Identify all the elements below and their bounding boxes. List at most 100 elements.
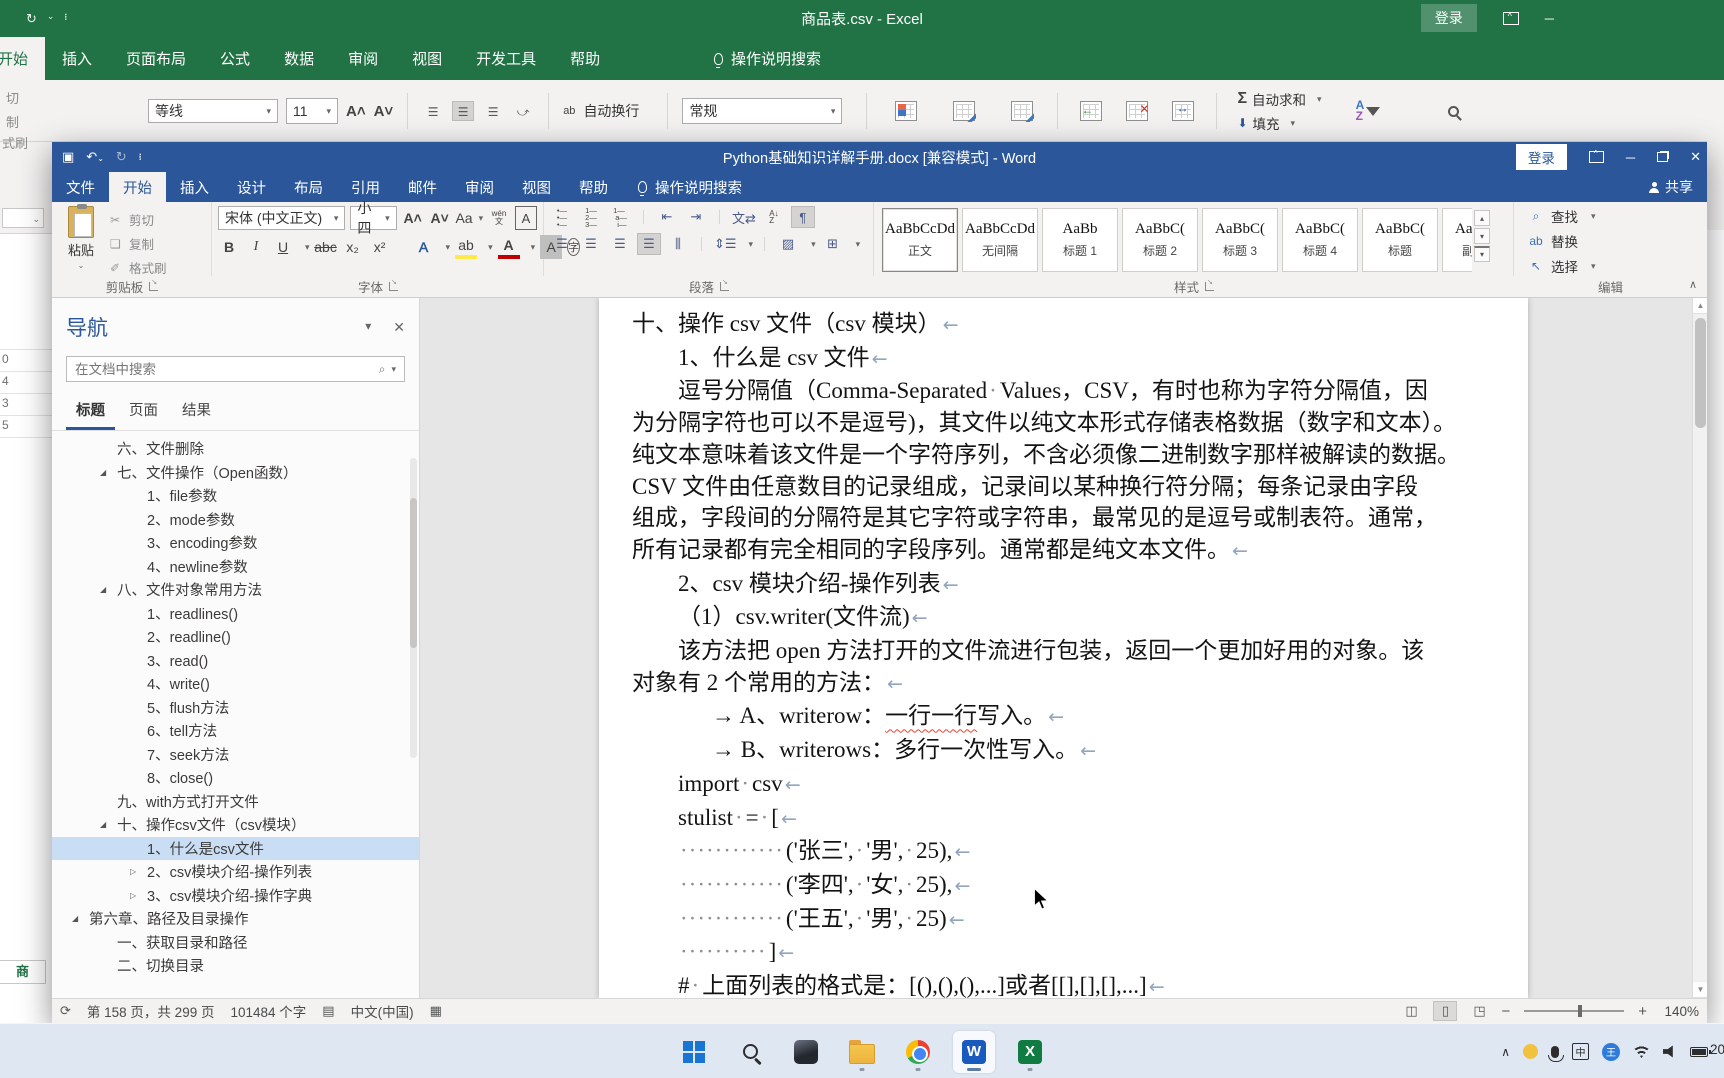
distribute-icon[interactable]: ⫼ [666,233,690,255]
excel-ribbon-tab[interactable]: 审阅 [331,37,395,80]
dialog-launcher-icon[interactable] [720,278,729,291]
excel-tell-me-search[interactable]: 操作说明搜索 [714,37,821,80]
word-menu-tab[interactable]: 帮助 [565,172,622,202]
sort-icon[interactable]: A↓ Z [762,206,786,228]
zoom-slider-thumb[interactable] [1578,1005,1583,1017]
search-icon[interactable]: ⌕ [379,362,386,377]
style-scroll-down-icon[interactable]: ▾ [1474,228,1490,244]
nav-heading-item[interactable]: 九、with方式打开文件 [52,790,419,814]
word-minimize-button[interactable]: ─ [1626,150,1635,165]
align-top-icon[interactable]: ☰ [422,101,444,121]
style-card[interactable]: AaBbCcDd 无间隔 [962,208,1038,272]
microphone-icon[interactable] [1548,1045,1564,1062]
collapse-ribbon-icon[interactable]: ∧ [1689,278,1697,291]
document-page[interactable]: 十、操作 csv 文件（csv 模块） ← 1、什么是 csv 文件 ← 逗号分隔值（C… [599,298,1528,998]
wrap-text-button[interactable]: 自动换行 [583,101,639,121]
editing-item[interactable]: ↖ 选择 ▾ [1528,256,1701,276]
nav-heading-item[interactable]: 8、close() [52,766,419,790]
excel-ribbon-tab[interactable]: 帮助 [553,37,617,80]
conditional-formatting-icon[interactable] [895,101,918,121]
word-menu-tab[interactable]: 布局 [280,172,337,202]
dialog-launcher-icon[interactable] [1205,278,1214,291]
nav-heading-item[interactable]: 3、encoding参数 [52,531,419,555]
dialog-launcher-icon[interactable] [389,278,398,291]
nav-toggle-icon[interactable]: ▷ [130,891,147,900]
nav-heading-item[interactable]: 4、newline参数 [52,555,419,579]
strikethrough-icon[interactable]: abc [314,235,337,259]
asian-layout-icon[interactable]: 文⇄ [731,206,757,228]
input-app-badge-icon[interactable]: 王 [1602,1042,1620,1061]
fill-button[interactable]: ⬇ 填充 ▾ [1237,113,1321,133]
align-bottom-icon[interactable]: ☰ [482,101,504,121]
word-menu-tab[interactable]: 文件 [52,172,109,202]
nav-scrollbar[interactable] [410,458,417,758]
dialog-launcher-icon[interactable] [149,278,159,291]
web-layout-icon[interactable]: ◳ [1467,1001,1491,1021]
nav-heading-item[interactable]: ◢ 八、文件对象常用方法 [52,578,419,602]
grow-font-icon[interactable]: A˄ [402,206,424,230]
superscript-icon[interactable]: x² [369,235,391,259]
subscript-icon[interactable]: x₂ [342,235,364,259]
align-center-icon[interactable]: ☰ [579,233,603,255]
align-middle-icon[interactable]: ☰ [452,101,475,121]
word-taskbar-icon[interactable]: W [953,1030,995,1073]
nav-tab[interactable]: 结果 [172,394,221,430]
nav-heading-item[interactable]: 1、file参数 [52,484,419,508]
font-size-combo[interactable]: 小四 ▾ [350,200,397,236]
shading-icon[interactable]: ▨ [776,233,800,255]
bold-icon[interactable]: B [218,235,240,259]
change-case-icon[interactable]: Aa ▾ [455,206,483,230]
zoom-in-icon[interactable]: + [1638,1003,1647,1020]
battery-icon[interactable] [1690,1046,1711,1057]
zoom-level[interactable]: 140% [1657,1004,1699,1019]
ime-icon[interactable]: 中 [1572,1043,1589,1060]
increase-indent-icon[interactable]: ⇥ [684,206,708,228]
nav-tab[interactable]: 标题 [66,394,115,430]
decrease-font-size-icon[interactable]: A˅ [374,103,394,120]
excel-ribbon-tab[interactable]: 开始 [0,37,46,80]
nav-heading-item[interactable]: ◢ 七、文件操作（Open函数） [52,461,419,485]
macro-record-icon[interactable]: ▦ [430,1003,442,1019]
style-card[interactable]: AaBbC( 标题 [1362,208,1438,272]
wifi-icon[interactable] [1633,1046,1650,1058]
number-format-combo[interactable]: 常规 ▾ [682,98,843,124]
nav-heading-item[interactable]: ◢ 第六章、路径及目录操作 [52,907,419,931]
show-marks-icon[interactable]: ¶ [790,206,815,228]
page-info[interactable]: 第 158 页，共 299 页 [87,1001,215,1021]
align-right-icon[interactable]: ☰ [608,233,632,255]
excel-font-name-combo[interactable]: 等线 ▾ [148,99,278,123]
word-menu-tab[interactable]: 邮件 [394,172,451,202]
nav-search-box[interactable]: ⌕ ▾ [66,356,405,382]
font-name-combo[interactable]: 宋体 (中文正文) ▾ [218,206,346,230]
search-taskbar-icon[interactable] [729,1031,771,1073]
justify-icon[interactable]: ☰ [637,233,661,255]
excel-font-size-combo[interactable]: 11 ▾ [286,98,338,124]
word-signin-button[interactable]: 登录 [1515,144,1567,170]
nav-heading-item[interactable]: 六、文件删除 [52,437,419,461]
borders-icon[interactable]: ⊞ [821,233,845,255]
delete-cells-icon[interactable] [1126,101,1149,121]
style-card[interactable]: AaBbCcDd 正文 [882,208,958,272]
line-spacing-icon[interactable]: ⇕☰ [713,233,738,255]
nav-toggle-icon[interactable]: ▷ [130,867,147,876]
cell-styles-icon[interactable] [1011,101,1034,121]
chrome-taskbar-icon[interactable] [897,1031,939,1073]
nav-tab[interactable]: 页面 [119,394,168,430]
ribbon-display-options-icon[interactable] [1502,11,1519,25]
document-scrollbar[interactable]: ▲ ▼ [1692,298,1707,998]
underline-icon[interactable]: U [272,235,294,259]
clipboard-item[interactable]: ✐ 格式刷 [110,258,167,277]
phonetic-guide-icon[interactable]: wén 文 [488,206,510,230]
zoom-slider[interactable] [1524,1005,1625,1017]
excel-minimize-button[interactable]: ─ [1545,11,1554,26]
excel-ribbon-tab[interactable]: 插入 [45,37,109,80]
word-count[interactable]: 101484 个字 [230,1001,306,1021]
character-border-icon[interactable]: A [515,206,537,230]
nav-heading-item[interactable]: 6、tell方法 [52,719,419,743]
share-button[interactable]: 共享 [1649,172,1693,202]
align-left-icon[interactable]: ☰ [550,233,574,255]
word-menu-tab[interactable]: 插入 [166,172,223,202]
excel-ribbon-tab[interactable]: 公式 [203,37,267,80]
word-menu-tab[interactable]: 视图 [508,172,565,202]
numbering-icon[interactable]: 1— 2— 3— [579,206,603,228]
